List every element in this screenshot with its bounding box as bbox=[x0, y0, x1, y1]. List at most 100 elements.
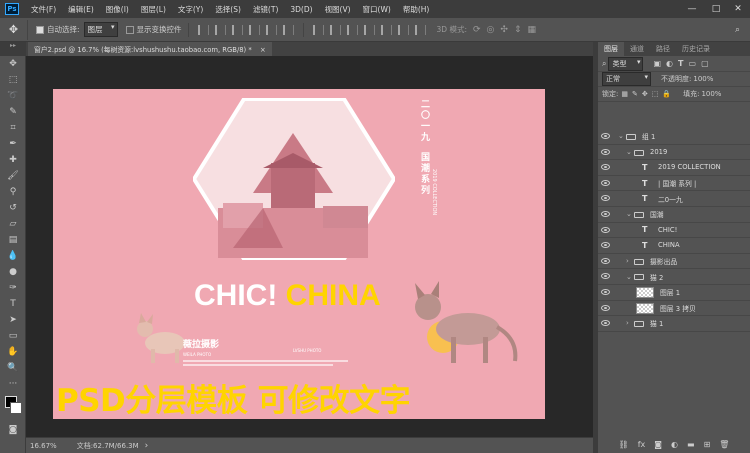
lock-all-icon[interactable]: 🔒 bbox=[662, 90, 671, 98]
align-middle-icon[interactable] bbox=[265, 24, 277, 35]
layer-row[interactable]: T CHIC! bbox=[598, 223, 750, 239]
chevron-right-icon[interactable]: › bbox=[626, 257, 629, 265]
type-tool-icon[interactable]: T bbox=[0, 296, 26, 312]
tab-paths[interactable]: 路径 bbox=[650, 42, 676, 56]
align-center-icon[interactable] bbox=[214, 24, 226, 35]
opacity-value[interactable]: 100% bbox=[693, 75, 713, 83]
toolbar-collapse[interactable]: ▸▸ bbox=[0, 42, 26, 56]
lock-artboard-icon[interactable]: ⬚ bbox=[652, 90, 659, 98]
zoom-level[interactable]: 16.67% bbox=[30, 442, 57, 450]
minimize-button[interactable]: — bbox=[680, 0, 704, 18]
color-swatches[interactable] bbox=[0, 392, 25, 422]
menu-view[interactable]: 视图(V) bbox=[319, 4, 357, 15]
crop-tool-icon[interactable]: ⌗ bbox=[0, 120, 26, 136]
quick-select-tool-icon[interactable]: ✎ bbox=[0, 104, 26, 120]
move-icon[interactable]: ✥ bbox=[0, 19, 28, 40]
gradient-tool-icon[interactable]: ▤ bbox=[0, 232, 26, 248]
document-tab[interactable]: 窗户2.psd @ 16.7% (每树资源:lvshushushu.taobao… bbox=[28, 42, 272, 56]
distribute-center-icon[interactable] bbox=[380, 24, 392, 35]
new-group-icon[interactable]: ▬ bbox=[687, 440, 695, 449]
menu-layer[interactable]: 图层(L) bbox=[135, 4, 172, 15]
menu-3d[interactable]: 3D(D) bbox=[284, 5, 318, 14]
filter-shape-icon[interactable]: ▭ bbox=[689, 59, 697, 68]
visibility-eye-icon[interactable] bbox=[601, 179, 610, 186]
shape-tool-icon[interactable]: ▭ bbox=[0, 328, 26, 344]
lock-transparent-icon[interactable]: ▦ bbox=[621, 90, 628, 98]
3d-scale-icon[interactable]: ▦ bbox=[528, 25, 537, 35]
stamp-tool-icon[interactable]: ⚲ bbox=[0, 184, 26, 200]
canvas-area[interactable]: 二〇一九 国潮系列 2019 COLLECTION CHIC! CHINA 薇拉… bbox=[26, 56, 593, 437]
delete-layer-icon[interactable]: 🗑 bbox=[719, 440, 729, 449]
3d-rotate-icon[interactable]: ⟳ bbox=[473, 25, 481, 35]
visibility-eye-icon[interactable] bbox=[601, 304, 610, 311]
more-tools-icon[interactable]: ··· bbox=[0, 376, 26, 392]
layer-row[interactable]: ⌄ 国潮 bbox=[598, 207, 750, 223]
layer-row[interactable]: 图层 3 拷贝 bbox=[598, 301, 750, 317]
tab-layers[interactable]: 图层 bbox=[598, 42, 624, 56]
distribute-top-icon[interactable] bbox=[312, 24, 324, 35]
add-mask-icon[interactable]: ◙ bbox=[654, 440, 662, 449]
auto-select-checkbox[interactable] bbox=[36, 25, 44, 34]
visibility-eye-icon[interactable] bbox=[601, 226, 610, 233]
move-tool-icon[interactable]: ✥ bbox=[0, 56, 26, 72]
align-bottom-icon[interactable] bbox=[282, 24, 294, 35]
history-brush-tool-icon[interactable]: ↺ bbox=[0, 200, 26, 216]
chevron-down-icon[interactable]: ⌄ bbox=[626, 148, 632, 156]
layer-row[interactable]: T 二0一九 bbox=[598, 191, 750, 207]
menu-image[interactable]: 图像(I) bbox=[100, 4, 135, 15]
eyedropper-tool-icon[interactable]: ✒ bbox=[0, 136, 26, 152]
tab-channels[interactable]: 通道 bbox=[624, 42, 650, 56]
auto-align-icon[interactable] bbox=[414, 24, 426, 35]
healing-tool-icon[interactable]: ✚ bbox=[0, 152, 26, 168]
fx-icon[interactable]: fx bbox=[638, 440, 646, 449]
visibility-eye-icon[interactable] bbox=[601, 257, 610, 264]
layer-row[interactable]: T 2019 COLLECTION bbox=[598, 160, 750, 176]
lock-move-icon[interactable]: ✥ bbox=[642, 90, 648, 98]
filter-pixel-icon[interactable]: ▣ bbox=[653, 59, 661, 68]
visibility-eye-icon[interactable] bbox=[601, 242, 610, 249]
menu-window[interactable]: 窗口(W) bbox=[357, 4, 397, 15]
status-arrow-icon[interactable]: › bbox=[145, 441, 149, 451]
menu-help[interactable]: 帮助(H) bbox=[397, 4, 436, 15]
align-top-icon[interactable] bbox=[248, 24, 260, 35]
blend-mode-dropdown[interactable]: 正常 bbox=[602, 72, 651, 86]
visibility-eye-icon[interactable] bbox=[601, 211, 610, 217]
chevron-down-icon[interactable]: ⌄ bbox=[626, 273, 632, 281]
layer-row[interactable]: T CHINA bbox=[598, 238, 750, 254]
layer-row[interactable]: 图层 1 bbox=[598, 285, 750, 301]
distribute-left-icon[interactable] bbox=[363, 24, 375, 35]
3d-slide-icon[interactable]: ⇕ bbox=[514, 25, 522, 35]
chevron-down-icon[interactable]: ⌄ bbox=[626, 210, 632, 218]
artwork-canvas[interactable]: 二〇一九 国潮系列 2019 COLLECTION CHIC! CHINA 薇拉… bbox=[53, 89, 545, 419]
layer-row[interactable]: T | 国潮 系列 | bbox=[598, 176, 750, 192]
3d-drag-icon[interactable]: ✣ bbox=[500, 25, 508, 35]
document-tab-close-icon[interactable]: × bbox=[260, 46, 266, 54]
maximize-button[interactable]: □ bbox=[704, 0, 728, 18]
visibility-eye-icon[interactable] bbox=[601, 195, 610, 202]
layer-row[interactable]: ⌄ 2019 bbox=[598, 145, 750, 161]
kind-filter-dropdown[interactable]: 类型 bbox=[608, 56, 644, 71]
layer-row[interactable]: ⌄ 组 1 bbox=[598, 129, 750, 145]
visibility-eye-icon[interactable] bbox=[601, 164, 610, 171]
zoom-tool-icon[interactable]: 🔍 bbox=[0, 360, 26, 376]
brush-tool-icon[interactable]: 🖌 bbox=[0, 168, 26, 184]
adjustment-layer-icon[interactable]: ◐ bbox=[671, 440, 678, 449]
auto-select-dropdown[interactable]: 图层 bbox=[83, 22, 118, 37]
close-window-button[interactable]: ✕ bbox=[726, 0, 750, 18]
menu-file[interactable]: 文件(F) bbox=[25, 4, 62, 15]
fill-value[interactable]: 100% bbox=[701, 90, 721, 98]
chevron-down-icon[interactable]: ⌄ bbox=[618, 132, 624, 140]
distribute-right-icon[interactable] bbox=[397, 24, 409, 35]
layer-row[interactable]: › 猫 1 bbox=[598, 316, 750, 332]
distribute-middle-icon[interactable] bbox=[329, 24, 341, 35]
visibility-eye-icon[interactable] bbox=[601, 289, 610, 295]
new-layer-icon[interactable]: ⊞ bbox=[704, 440, 711, 449]
3d-roll-icon[interactable]: ◎ bbox=[487, 25, 495, 35]
align-left-icon[interactable] bbox=[197, 24, 209, 35]
search-icon[interactable]: ⌕ bbox=[735, 25, 740, 35]
marquee-tool-icon[interactable]: ⬚ bbox=[0, 72, 26, 88]
menu-filter[interactable]: 滤镜(T) bbox=[247, 4, 284, 15]
filter-adjust-icon[interactable]: ◐ bbox=[666, 59, 673, 68]
lock-paint-icon[interactable]: ✎ bbox=[632, 90, 638, 98]
filter-smart-icon[interactable]: ▢ bbox=[701, 59, 709, 68]
